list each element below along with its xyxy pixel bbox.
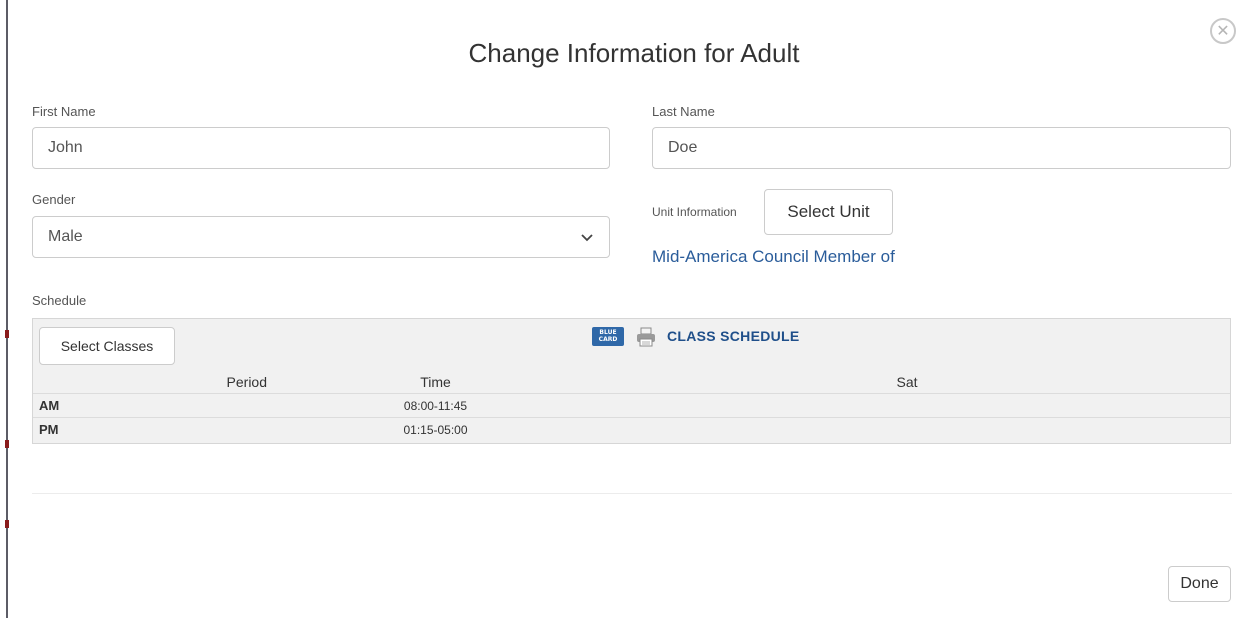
- schedule-header-row: Period Time Sat: [33, 371, 1230, 394]
- chevron-down-icon: [581, 234, 593, 242]
- footer-divider: [32, 493, 1232, 494]
- sat-cell[interactable]: [584, 417, 1230, 441]
- window-edge: [5, 0, 9, 618]
- blue-card-icon[interactable]: BLUE CARD: [592, 327, 624, 346]
- period-cell: PM: [33, 417, 287, 441]
- sat-cell[interactable]: [584, 393, 1230, 418]
- unit-information-label: Unit Information: [652, 205, 737, 219]
- time-cell: 08:00-11:45: [287, 393, 584, 418]
- edge-mark: [5, 440, 9, 448]
- select-unit-button[interactable]: Select Unit: [764, 189, 893, 235]
- column-header-time: Time: [420, 374, 451, 390]
- gender-select[interactable]: Male: [32, 216, 610, 258]
- schedule-label: Schedule: [32, 293, 87, 308]
- gender-selected-value: Male: [48, 228, 83, 245]
- printer-icon[interactable]: [635, 326, 657, 348]
- last-name-input[interactable]: [652, 127, 1231, 169]
- edge-mark: [5, 520, 9, 528]
- last-name-label: Last Name: [652, 104, 715, 119]
- modal-title: Change Information for Adult: [468, 38, 800, 68]
- table-row: AM 08:00-11:45: [33, 393, 1230, 418]
- class-schedule-title: CLASS SCHEDULE: [667, 328, 800, 344]
- council-member-link[interactable]: Mid-America Council Member of: [652, 247, 895, 267]
- column-header-period: Period: [226, 374, 267, 390]
- edge-mark: [5, 330, 9, 338]
- table-row: PM 01:15-05:00: [33, 417, 1230, 441]
- schedule-panel: Select Classes BLUE CARD CLASS SCHEDULE …: [32, 318, 1231, 444]
- first-name-input[interactable]: [32, 127, 610, 169]
- done-button[interactable]: Done: [1168, 566, 1231, 602]
- select-classes-button[interactable]: Select Classes: [39, 327, 175, 365]
- column-header-sat: Sat: [896, 374, 918, 390]
- gender-label: Gender: [32, 192, 76, 207]
- modal-page: ✕ Change Information for Adult First Nam…: [0, 0, 1248, 618]
- period-cell: AM: [33, 393, 287, 418]
- first-name-label: First Name: [32, 104, 96, 119]
- schedule-table: Period Time Sat AM 08:00-11:45 PM 01:15-…: [33, 371, 1230, 441]
- close-icon: ✕: [1216, 21, 1230, 40]
- time-cell: 01:15-05:00: [287, 417, 584, 441]
